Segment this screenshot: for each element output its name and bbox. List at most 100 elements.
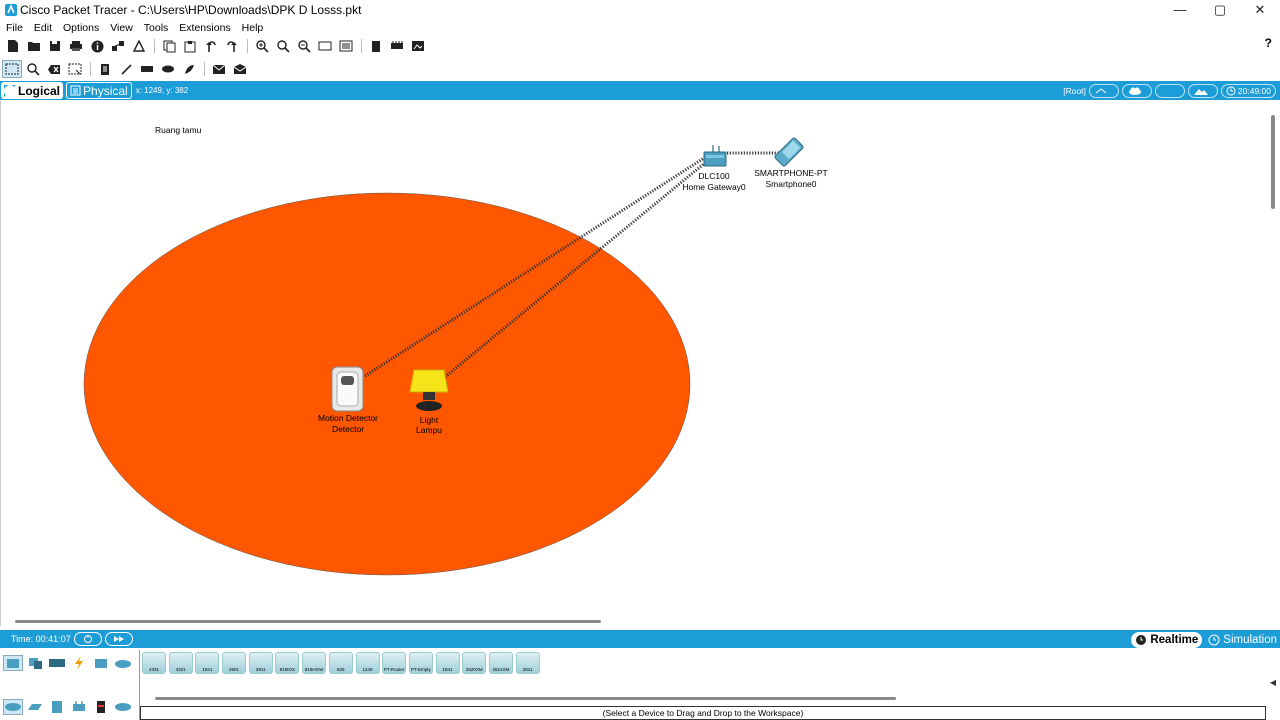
workspace-horizontal-scrollbar[interactable] [15, 620, 601, 623]
device-item[interactable]: 1240 [355, 652, 380, 674]
info-icon[interactable] [87, 37, 107, 55]
motion-detector-icon[interactable] [331, 366, 364, 412]
simulation-mode-button[interactable]: Simulation [1205, 632, 1280, 648]
device-item[interactable]: 2621XM [488, 652, 513, 674]
maximize-button[interactable]: ▢ [1200, 0, 1240, 20]
device-model-label: 4331 [148, 667, 159, 672]
wan-emulation-icon[interactable] [113, 699, 133, 715]
routers-icon[interactable] [3, 699, 23, 715]
tab-physical[interactable]: Physical [66, 82, 132, 99]
draw-line-icon[interactable] [116, 60, 136, 78]
device-item[interactable]: 819IOX [275, 652, 300, 674]
add-complex-pdu-icon[interactable] [230, 60, 250, 78]
custom-device-dialog-icon[interactable] [336, 37, 356, 55]
device-item[interactable]: 819HGW [302, 652, 327, 674]
add-simple-pdu-icon[interactable] [209, 60, 229, 78]
image-icon[interactable] [408, 37, 428, 55]
device-item[interactable]: 4321 [168, 652, 193, 674]
copy-icon[interactable] [159, 37, 179, 55]
switches-icon[interactable] [25, 699, 45, 715]
zoom-out-icon[interactable] [294, 37, 314, 55]
drawing-palette-icon[interactable] [315, 37, 335, 55]
navigation-up-button[interactable] [1088, 83, 1119, 98]
open-folder-icon[interactable] [24, 37, 44, 55]
device-item[interactable]: 1941 [195, 652, 220, 674]
vertical-scroll-thumb[interactable] [1271, 115, 1275, 209]
draw-ellipse-icon[interactable] [158, 60, 178, 78]
inspect-tool-icon[interactable] [23, 60, 43, 78]
save-icon[interactable] [45, 37, 65, 55]
device-model-label: 2901 [229, 667, 240, 672]
redo-icon[interactable] [222, 37, 242, 55]
activity-wizard-icon[interactable] [129, 37, 149, 55]
security-icon[interactable] [91, 699, 111, 715]
collapse-panel-icon[interactable]: ◀ [1270, 678, 1276, 687]
menu-view[interactable]: View [110, 22, 133, 34]
fast-forward-time-button[interactable] [104, 632, 133, 646]
minimize-button[interactable]: — [1160, 0, 1200, 20]
realtime-mode-button[interactable]: Realtime [1131, 631, 1203, 648]
end-devices-icon[interactable] [25, 655, 45, 671]
help-icon[interactable]: ? [1265, 36, 1272, 50]
zoom-in-icon[interactable] [252, 37, 272, 55]
note-room-label[interactable]: Ruang tamu [155, 125, 201, 135]
motion-detector-name-label[interactable]: Detector [308, 424, 388, 434]
components-icon[interactable] [47, 655, 67, 671]
wireless-devices-icon[interactable] [69, 699, 89, 715]
smartphone-name-label[interactable]: Smartphone0 [746, 179, 836, 189]
network-wizard-icon[interactable] [108, 37, 128, 55]
root-label: [Root] [1063, 85, 1086, 96]
device-item[interactable]: 2901 [222, 652, 247, 674]
device-item[interactable]: 829 [328, 652, 353, 674]
hubs-icon[interactable] [47, 699, 67, 715]
device-item[interactable]: PT-Empty [408, 652, 433, 674]
zoom-reset-icon[interactable] [273, 37, 293, 55]
draw-rectangle-icon[interactable] [137, 60, 157, 78]
multiuser-connection-icon[interactable] [113, 655, 133, 671]
smartphone-icon[interactable] [774, 137, 804, 167]
menu-options[interactable]: Options [63, 22, 99, 34]
resize-shape-icon[interactable] [65, 60, 85, 78]
logical-workspace[interactable]: Ruang tamu DLC100 Home Gateway0 SMARTPHO… [0, 100, 1266, 626]
home-gateway-name-label[interactable]: Home Gateway0 [674, 182, 754, 192]
menu-extensions[interactable]: Extensions [179, 22, 230, 34]
miscellaneous-icon[interactable] [91, 655, 111, 671]
light-name-label[interactable]: Lampu [399, 425, 459, 435]
paste-icon[interactable] [180, 37, 200, 55]
device-item[interactable]: PT-Router [382, 652, 407, 674]
menu-edit[interactable]: Edit [34, 22, 52, 34]
home-gateway-icon[interactable] [703, 145, 727, 167]
print-icon[interactable] [66, 37, 86, 55]
delete-tool-icon[interactable] [44, 60, 64, 78]
clock-display[interactable]: 20:49:00 [1220, 83, 1276, 98]
close-button[interactable]: ✕ [1240, 0, 1280, 20]
tab-logical[interactable]: Logical [1, 82, 64, 99]
connections-icon[interactable] [69, 655, 89, 671]
device-item[interactable]: 1841 [435, 652, 460, 674]
new-file-icon[interactable] [3, 37, 23, 55]
workspace-vertical-scrollbar[interactable] [1266, 100, 1280, 626]
place-note-icon[interactable] [95, 60, 115, 78]
menu-help[interactable]: Help [242, 22, 264, 34]
undo-icon[interactable] [201, 37, 221, 55]
ipc-icon[interactable] [387, 37, 407, 55]
blank-toggle-button[interactable] [1154, 83, 1185, 98]
environment-button[interactable] [1187, 83, 1218, 98]
menu-tools[interactable]: Tools [144, 22, 169, 34]
title-bar: Cisco Packet Tracer - C:\Users\HP\Downlo… [0, 0, 1280, 20]
device-item[interactable]: 2620XM [462, 652, 487, 674]
menu-file[interactable]: File [6, 22, 23, 34]
freeform-icon[interactable] [179, 60, 199, 78]
viewport-icon[interactable] [366, 37, 386, 55]
device-item[interactable]: 4331 [142, 652, 166, 674]
cluster-view-button[interactable] [1121, 83, 1152, 98]
device-model-label: 2911 [255, 667, 266, 672]
device-item[interactable]: 2811 [515, 652, 540, 674]
device-model-label: 1941 [202, 667, 213, 672]
select-tool-icon[interactable] [2, 60, 22, 78]
power-cycle-devices-button[interactable] [73, 632, 102, 646]
device-list-scrollbar[interactable] [155, 697, 896, 700]
device-model-label: 4321 [175, 667, 186, 672]
device-item[interactable]: 2911 [248, 652, 273, 674]
network-devices-icon[interactable] [3, 655, 23, 671]
